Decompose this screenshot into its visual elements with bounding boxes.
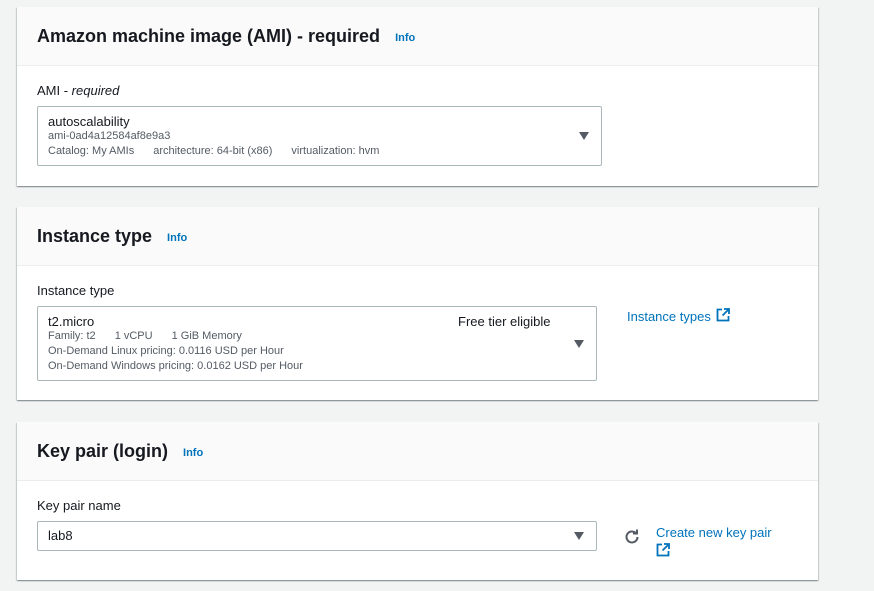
refresh-icon[interactable]: [623, 528, 641, 551]
ami-field-label: AMI - required: [37, 83, 119, 98]
instance-memory: 1 GiB Memory: [171, 330, 242, 342]
instance-vcpu: 1 vCPU: [114, 330, 153, 342]
ami-select[interactable]: autoscalability ami-0ad4a12584af8e9a3 Ca…: [37, 106, 602, 166]
instance-specs-row: Family: t2 1 vCPU 1 GiB Memory: [48, 329, 586, 344]
instance-panel-title: Instance type: [37, 225, 153, 246]
instance-panel-header: Instance type Info: [17, 207, 818, 266]
ami-meta-row: Catalog: My AMIs architecture: 64-bit (x8…: [48, 144, 591, 159]
ami-info-link[interactable]: Info: [395, 32, 415, 44]
chevron-down-icon: [574, 532, 584, 540]
chevron-down-icon: [579, 132, 589, 140]
ami-selected-name: autoscalability: [48, 114, 130, 129]
linux-pricing: On-Demand Linux pricing: 0.0116 USD per …: [48, 345, 284, 357]
instance-types-link-text: Instance types: [627, 309, 711, 324]
instance-types-link[interactable]: Instance types: [627, 308, 730, 325]
key-pair-select[interactable]: lab8: [37, 521, 597, 551]
chevron-down-icon: [574, 339, 584, 348]
instance-type-panel: Instance type Info Instance type t2.micr…: [17, 207, 818, 400]
keypair-panel-header: Key pair (login) Info: [17, 422, 818, 481]
keypair-info-link[interactable]: Info: [183, 447, 203, 459]
ami-catalog: Catalog: My AMIs: [48, 145, 135, 157]
ami-virtualization: virtualization: hvm: [291, 145, 380, 157]
free-tier-badge: Free tier eligible: [458, 314, 551, 329]
instance-type-select[interactable]: t2.micro Free tier eligible Family: t2 1 …: [37, 306, 597, 381]
external-link-icon: [656, 543, 670, 562]
ami-architecture: architecture: 64-bit (x86): [153, 145, 273, 157]
instance-field-label: Instance type: [37, 283, 115, 298]
keypair-field-label: Key pair name: [37, 498, 121, 513]
windows-pricing: On-Demand Windows pricing: 0.0162 USD pe…: [48, 360, 303, 372]
external-link-icon: [716, 308, 730, 325]
create-key-pair-text: Create new key pair: [656, 525, 772, 540]
ami-label-text: AMI -: [37, 83, 72, 98]
ami-label-required: required: [71, 83, 120, 98]
key-pair-panel: Key pair (login) Info Key pair name lab8…: [17, 422, 818, 580]
ami-panel-title: Amazon machine image (AMI) - required: [37, 25, 381, 46]
create-key-pair-link[interactable]: Create new key pair: [656, 523, 772, 562]
instance-family: Family: t2: [48, 330, 96, 342]
ami-panel: Amazon machine image (AMI) - required In…: [17, 7, 818, 186]
ami-panel-header: Amazon machine image (AMI) - required In…: [17, 7, 818, 66]
ami-selected-id: ami-0ad4a12584af8e9a3: [48, 130, 171, 142]
keypair-panel-title: Key pair (login): [37, 440, 169, 461]
keypair-selected-name: lab8: [48, 528, 73, 543]
instance-info-link[interactable]: Info: [167, 232, 187, 244]
